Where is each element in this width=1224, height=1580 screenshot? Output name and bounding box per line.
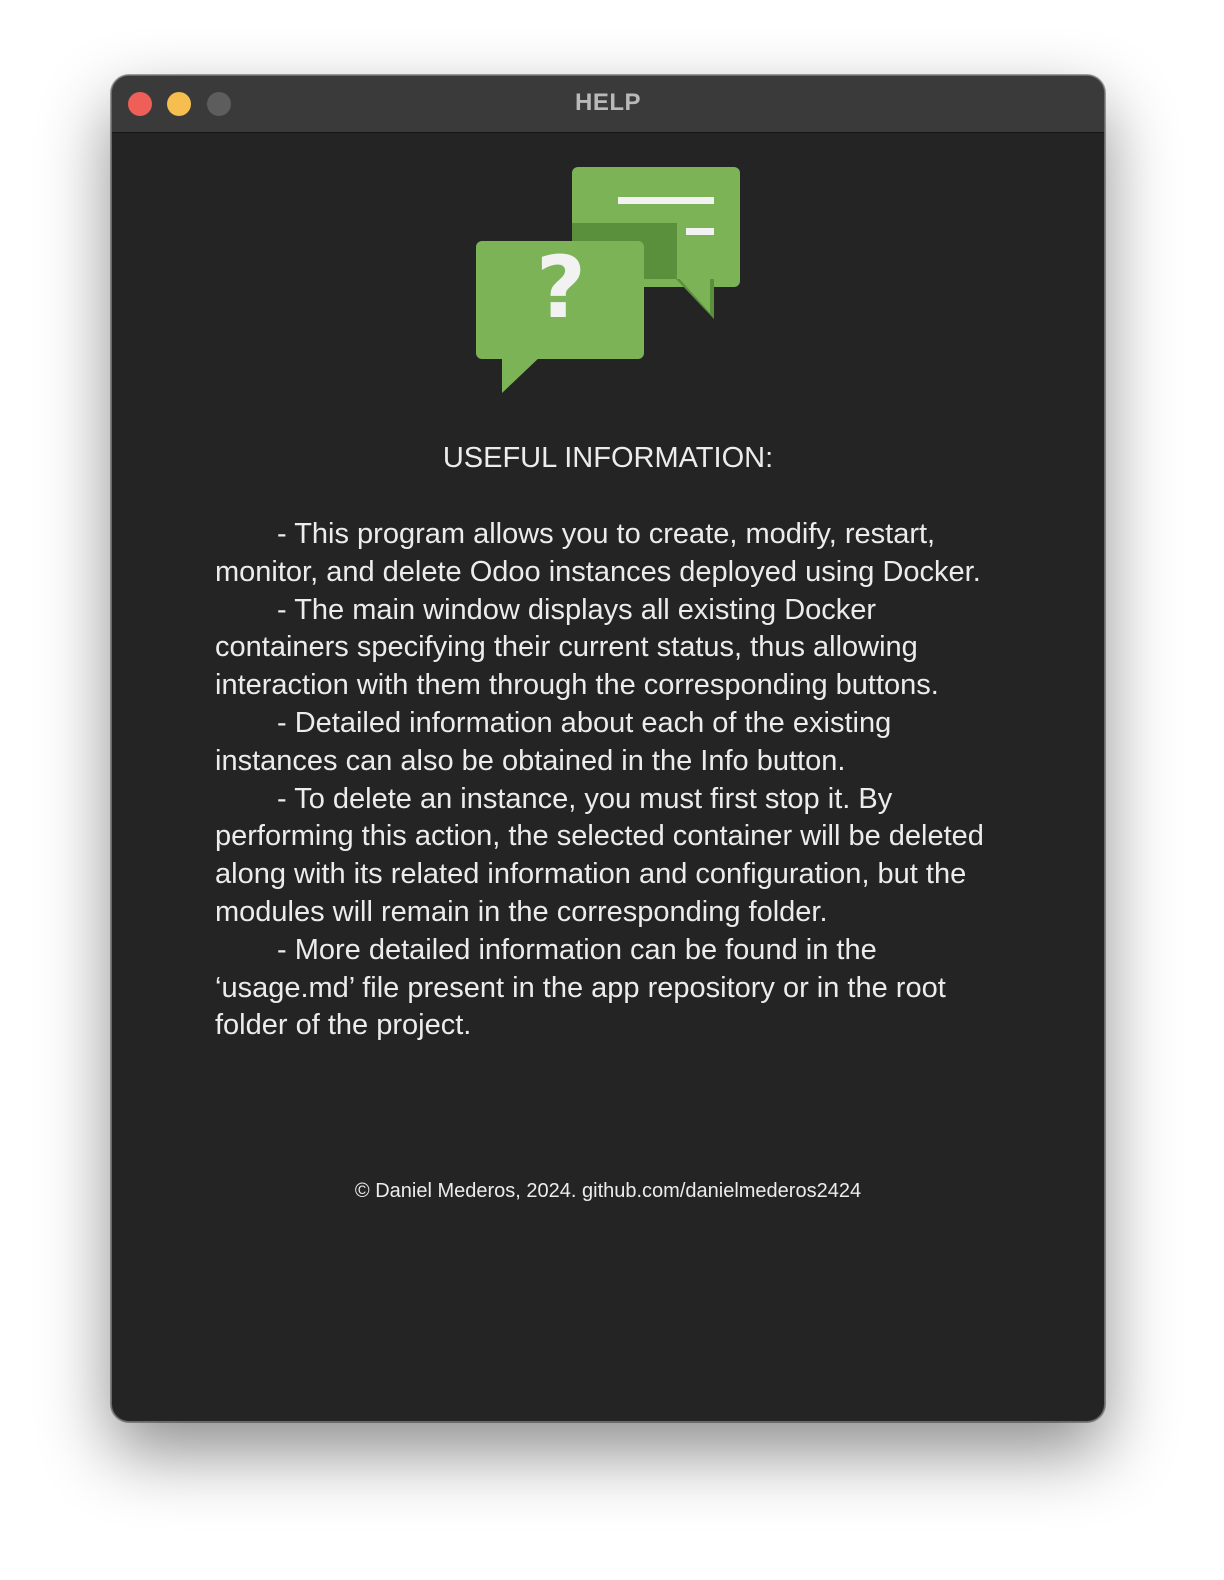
info-item: - More detailed information can be found…: [215, 933, 946, 1042]
info-item: - This program allows you to create, mod…: [215, 518, 981, 588]
copyright-footer: © Daniel Mederos, 2024. github.com/danie…: [354, 1180, 862, 1202]
window-title: HELP: [574, 89, 641, 116]
info-heading: USEFUL INFORMATION:: [442, 442, 774, 474]
info-item: - Detailed information about each of the…: [215, 706, 892, 777]
question-mark-icon: ?: [536, 238, 586, 338]
title-bar[interactable]: HELP: [112, 76, 1104, 133]
info-list: - This program allows you to create, mod…: [215, 516, 1015, 1045]
help-window: HELP ? USEFUL INFORMATION: - This progra…: [111, 75, 1105, 1422]
info-item: - To delete an instance, you must first …: [215, 782, 984, 928]
help-chat-bubbles-icon: ?: [476, 167, 740, 393]
info-item: - The main window displays all existing …: [215, 593, 939, 702]
